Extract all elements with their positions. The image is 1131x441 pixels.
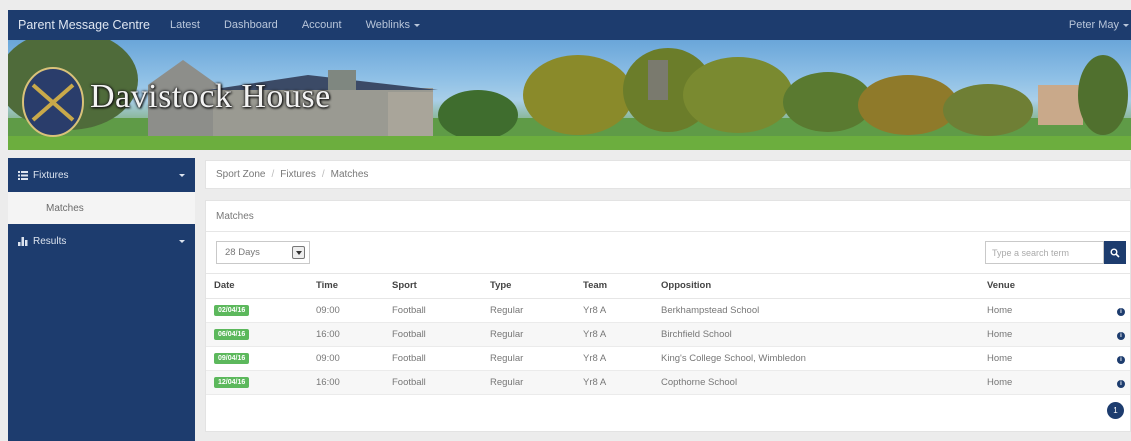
bar-chart-icon — [18, 236, 28, 246]
cell-venue: Home — [987, 322, 1097, 347]
breadcrumb-matches: Matches — [330, 169, 369, 180]
nav-latest[interactable]: Latest — [160, 19, 212, 31]
matches-table: Date Time Sport Type Team Opposition Ven… — [206, 274, 1130, 395]
column-header-sport[interactable]: Sport — [392, 274, 490, 299]
cell-type: Regular — [490, 370, 583, 395]
cell-opposition: Birchfield School — [661, 322, 987, 347]
nav-weblinks-label: Weblinks — [365, 19, 410, 31]
cell-opposition: King's College School, Wimbledon — [661, 346, 987, 371]
pagination-page-button[interactable]: 1 — [1107, 402, 1124, 419]
sidebar-item-results[interactable]: Results — [8, 224, 195, 258]
table-row[interactable]: 12/04/16 16:00 Football Regular Yr8 A Co… — [206, 370, 1130, 395]
caret-down-icon — [1123, 23, 1129, 27]
table-header-row: Date Time Sport Type Team Opposition Ven… — [206, 274, 1130, 299]
brand-link[interactable]: Parent Message Centre — [8, 18, 160, 32]
cell-time: 09:00 — [316, 346, 392, 371]
date-badge: 09/04/16 — [214, 353, 250, 364]
cell-opposition: Berkhampstead School — [661, 298, 987, 323]
sidebar-item-label: Results — [33, 235, 67, 247]
top-navbar: Parent Message Centre Latest Dashboard A… — [8, 10, 1131, 40]
cell-sport: Football — [392, 346, 490, 371]
column-header-time[interactable]: Time — [316, 274, 392, 299]
column-header-team[interactable]: Team — [583, 274, 661, 299]
chevron-down-icon — [179, 239, 185, 243]
search-button[interactable] — [1104, 241, 1126, 264]
table-row[interactable]: 09/04/16 09:00 Football Regular Yr8 A Ki… — [206, 346, 1130, 371]
cell-venue: Home — [987, 346, 1097, 371]
breadcrumb: Sport Zone / Fixtures / Matches — [205, 160, 1131, 189]
breadcrumb-separator: / — [271, 169, 275, 180]
school-name: Davistock House — [90, 78, 331, 115]
column-header-venue[interactable]: Venue — [987, 274, 1097, 299]
dropdown-arrow-icon — [292, 246, 305, 259]
date-badge: 06/04/16 — [214, 329, 250, 340]
cell-team: Yr8 A — [583, 298, 661, 323]
table-row[interactable]: 02/04/16 09:00 Football Regular Yr8 A Be… — [206, 298, 1130, 323]
cell-type: Regular — [490, 298, 583, 323]
sidebar: Fixtures Matches Results — [8, 158, 195, 441]
column-header-type[interactable]: Type — [490, 274, 583, 299]
cell-time: 09:00 — [316, 298, 392, 323]
cell-type: Regular — [490, 346, 583, 371]
info-icon[interactable]: i — [1117, 379, 1125, 388]
cell-type: Regular — [490, 322, 583, 347]
nav-dashboard[interactable]: Dashboard — [212, 19, 290, 31]
panel-toolbar: 28 Days Type a search term — [206, 232, 1130, 274]
panel-title: Matches — [206, 201, 1130, 232]
sidebar-subitem-label: Matches — [46, 202, 84, 214]
cell-opposition: Copthorne School — [661, 370, 987, 395]
user-name: Peter May — [1068, 19, 1119, 31]
date-range-select[interactable]: 28 Days — [216, 241, 310, 264]
matches-panel: Matches 28 Days Type a search term Date … — [205, 200, 1131, 432]
table-row[interactable]: 06/04/16 16:00 Football Regular Yr8 A Bi… — [206, 322, 1130, 347]
column-header-opposition[interactable]: Opposition — [661, 274, 987, 299]
date-range-value: 28 Days — [225, 247, 260, 258]
search-icon — [1110, 248, 1120, 258]
cell-sport: Football — [392, 370, 490, 395]
cell-team: Yr8 A — [583, 346, 661, 371]
date-badge: 12/04/16 — [214, 377, 250, 388]
chevron-down-icon — [179, 173, 185, 177]
cell-team: Yr8 A — [583, 370, 661, 395]
info-icon[interactable]: i — [1117, 307, 1125, 316]
column-header-info — [1097, 274, 1130, 299]
cell-venue: Home — [987, 370, 1097, 395]
nav-weblinks[interactable]: Weblinks — [354, 19, 432, 31]
sidebar-item-fixtures[interactable]: Fixtures — [8, 158, 195, 192]
caret-down-icon — [414, 23, 420, 27]
breadcrumb-sport-zone[interactable]: Sport Zone — [216, 169, 265, 180]
cell-team: Yr8 A — [583, 322, 661, 347]
cell-time: 16:00 — [316, 370, 392, 395]
info-icon[interactable]: i — [1117, 355, 1125, 364]
breadcrumb-fixtures[interactable]: Fixtures — [280, 169, 316, 180]
date-badge: 02/04/16 — [214, 305, 250, 316]
info-icon[interactable]: i — [1117, 331, 1125, 340]
sidebar-item-label: Fixtures — [33, 169, 69, 181]
school-banner: Davistock House — [8, 40, 1131, 150]
user-menu[interactable]: Peter May — [1069, 19, 1131, 31]
list-icon — [18, 170, 28, 180]
cell-time: 16:00 — [316, 322, 392, 347]
cell-sport: Football — [392, 322, 490, 347]
search-input[interactable]: Type a search term — [985, 241, 1104, 264]
sidebar-subitem-matches[interactable]: Matches — [8, 192, 195, 224]
nav-account[interactable]: Account — [290, 19, 354, 31]
cell-venue: Home — [987, 298, 1097, 323]
cell-sport: Football — [392, 298, 490, 323]
column-header-date[interactable]: Date — [206, 274, 316, 299]
breadcrumb-separator: / — [321, 169, 325, 180]
